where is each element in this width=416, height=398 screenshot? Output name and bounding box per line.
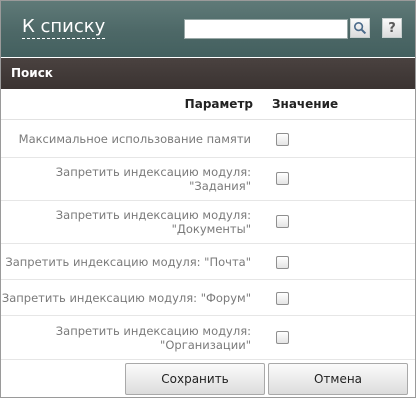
table-row: Запретить индексацию модуля: "Организаци… xyxy=(1,316,415,360)
row-checkbox[interactable] xyxy=(276,256,289,269)
row-checkbox[interactable] xyxy=(276,215,289,228)
row-label: Максимальное использование памяти xyxy=(18,132,251,146)
row-label: Запретить индексацию модуля: "Организаци… xyxy=(55,324,251,352)
row-checkbox[interactable] xyxy=(276,331,289,344)
section-header: Поиск xyxy=(1,58,415,89)
search-input[interactable] xyxy=(184,19,348,39)
help-button[interactable]: ? xyxy=(382,18,402,38)
row-label: Запретить индексацию модуля: "Документы" xyxy=(55,208,251,236)
row-checkbox[interactable] xyxy=(276,172,289,185)
back-to-list-link[interactable]: К списку xyxy=(22,16,106,39)
save-button[interactable]: Сохранить xyxy=(125,363,265,395)
search-button[interactable] xyxy=(350,18,370,38)
row-label: Запретить индексацию модуля: "Форум" xyxy=(1,291,251,305)
table-row: Запретить индексацию модуля: "Документы" xyxy=(1,201,415,244)
settings-window: К списку ? Поиск Параметр Значение Макси… xyxy=(0,0,416,398)
section-title: Поиск xyxy=(11,66,53,80)
row-checkbox[interactable] xyxy=(276,292,289,305)
top-bar: К списку ? xyxy=(1,1,415,57)
help-icon: ? xyxy=(388,20,396,36)
search-icon xyxy=(353,21,367,35)
table-row: Максимальное использование памяти xyxy=(1,120,415,158)
table-row: Запретить индексацию модуля: "Форум" xyxy=(1,280,415,316)
form-footer: Сохранить Отмена xyxy=(1,362,415,397)
table-row: Запретить индексацию модуля: "Почта" xyxy=(1,244,415,280)
row-checkbox[interactable] xyxy=(276,133,289,146)
table-row: Запретить индексацию модуля: "Задания" xyxy=(1,158,415,201)
row-label: Запретить индексацию модуля: "Задания" xyxy=(55,165,251,193)
column-header-value: Значение xyxy=(272,97,339,111)
table-header: Параметр Значение xyxy=(1,89,415,120)
column-header-parameter: Параметр xyxy=(184,97,253,111)
settings-table: Максимальное использование памяти Запрет… xyxy=(1,120,415,360)
row-label: Запретить индексацию модуля: "Почта" xyxy=(5,255,251,269)
cancel-button[interactable]: Отмена xyxy=(268,363,408,395)
